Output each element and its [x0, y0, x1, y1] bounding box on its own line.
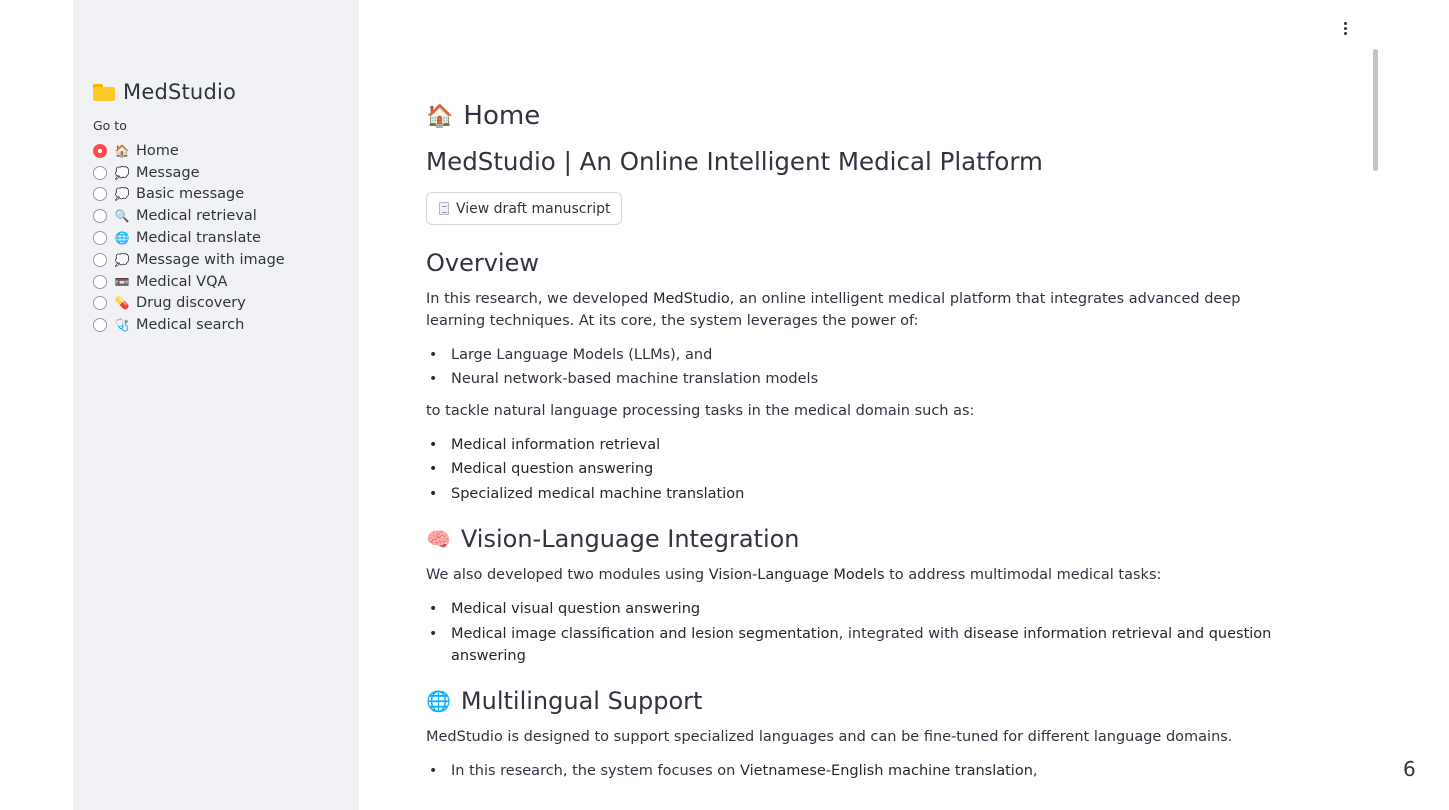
radio-button[interactable] [93, 296, 107, 311]
radio-button[interactable] [93, 209, 107, 224]
radio-button[interactable] [93, 143, 107, 158]
tasks-intro: to tackle natural language processing ta… [426, 402, 975, 419]
vision-intro: We also developed two modules using Visi… [426, 567, 1162, 584]
list-item: Neural network-based machine translation… [426, 369, 1296, 391]
nav-item-message[interactable]: 💭 Message [93, 162, 339, 184]
scrollbar[interactable] [1373, 49, 1378, 171]
multilingual-list: In this research, the system focuses on … [426, 761, 1296, 783]
stethoscope-icon: 🩺 [114, 318, 130, 333]
main-content: 🏠 Home MedStudio | An Online Intelligent… [426, 96, 1296, 786]
nav-item-label: Message with image [136, 251, 285, 268]
house-icon: 🏠 [114, 143, 130, 158]
list-item: In this research, the system focuses on … [426, 761, 1296, 783]
navigation-radio-group: 🏠 Home 💭 Message 💭 Basic message 🔍 Medical retr… [93, 140, 339, 336]
multilingual-heading: 🌐 Multilingual Support [426, 687, 703, 716]
nav-item-medical-vqa[interactable]: 📼 Medical VQA [93, 271, 339, 293]
tech-list: Large Language Models (LLMs), and Neural… [426, 345, 1296, 391]
list-item: Specialized medical machine translation [426, 484, 1296, 506]
nav-item-label: Drug discovery [136, 295, 246, 312]
nav-item-home[interactable]: 🏠 Home [93, 140, 339, 162]
overview-heading: Overview [426, 249, 539, 277]
task-list: Medical information retrieval Medical qu… [426, 435, 1296, 506]
cassette-icon: 📼 [114, 274, 130, 289]
page-subtitle: MedStudio | An Online Intelligent Medica… [426, 147, 1043, 176]
radio-button[interactable] [93, 165, 107, 180]
page-number: 6 [1403, 757, 1416, 781]
view-draft-button-label: View draft manuscript [456, 200, 611, 217]
list-item: Medical question answering [426, 459, 1296, 481]
sidebar-brand: MedStudio [93, 80, 339, 104]
nav-item-label: Medical search [136, 317, 245, 334]
more-vertical-icon [1343, 22, 1347, 25]
vision-heading: 🧠 Vision-Language Integration [426, 525, 800, 554]
nav-item-medical-search[interactable]: 🩺 Medical search [93, 314, 339, 336]
house-icon: 🏠 [426, 103, 454, 129]
document-icon [439, 202, 449, 215]
view-draft-button[interactable]: View draft manuscript [426, 192, 622, 225]
multilingual-intro: MedStudio is designed to support special… [426, 729, 1233, 746]
brain-icon: 🧠 [426, 527, 451, 552]
pill-icon: 💊 [114, 296, 130, 311]
magnifier-icon: 🔍 [114, 209, 130, 224]
globe-icon: 🌐 [426, 689, 451, 714]
sidebar: MedStudio Go to 🏠 Home 💭 Message 💭 Basic mess… [73, 0, 359, 810]
sidebar-title: MedStudio [123, 80, 237, 104]
vision-list: Medical visual question answering Medica… [426, 599, 1296, 667]
thought-bubble-icon: 💭 [114, 187, 130, 202]
globe-icon: 🌐 [114, 231, 130, 246]
page-title: 🏠 Home [426, 96, 1296, 136]
radio-button[interactable] [93, 274, 107, 289]
page-title-text: Home [463, 101, 541, 131]
nav-item-drug-discovery[interactable]: 💊 Drug discovery [93, 293, 339, 315]
nav-item-message-with-image[interactable]: 💭 Message with image [93, 249, 339, 271]
nav-item-medical-retrieval[interactable]: 🔍 Medical retrieval [93, 205, 339, 227]
nav-item-label: Message [136, 164, 200, 181]
radio-button[interactable] [93, 187, 107, 202]
nav-item-label: Medical retrieval [136, 208, 257, 225]
nav-item-medical-translate[interactable]: 🌐 Medical translate [93, 227, 339, 249]
list-item: Large Language Models (LLMs), and [426, 345, 1296, 367]
radio-button[interactable] [93, 231, 107, 246]
radio-button[interactable] [93, 252, 107, 267]
list-item: Medical image classification and lesion … [426, 624, 1296, 668]
main-menu-button[interactable] [1339, 20, 1351, 38]
folder-icon [93, 83, 115, 101]
nav-item-label: Home [136, 142, 179, 159]
radio-button[interactable] [93, 318, 107, 333]
overview-intro: In this research, we developed MedStudio… [426, 291, 1241, 329]
thought-bubble-icon: 💭 [114, 165, 130, 180]
thought-bubble-icon: 💭 [114, 252, 130, 267]
list-item: Medical visual question answering [426, 599, 1296, 621]
nav-item-label: Medical translate [136, 230, 261, 247]
nav-item-label: Basic message [136, 186, 245, 203]
nav-item-basic-message[interactable]: 💭 Basic message [93, 184, 339, 206]
list-item: Medical information retrieval [426, 435, 1296, 457]
nav-item-label: Medical VQA [136, 273, 228, 290]
goto-label: Go to [93, 118, 127, 133]
